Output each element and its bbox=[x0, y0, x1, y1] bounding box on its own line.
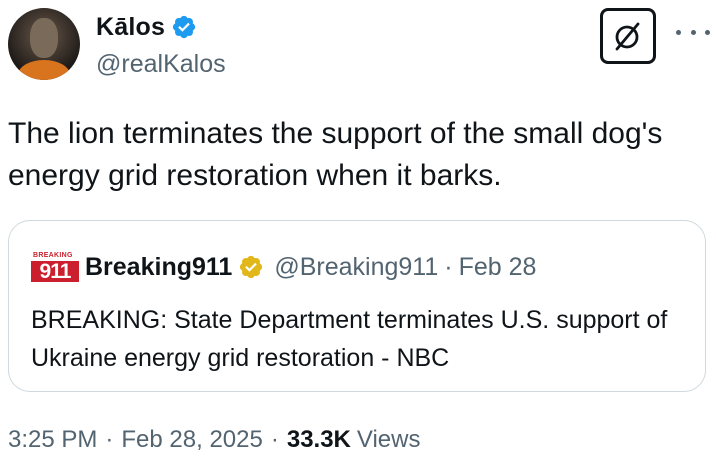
grok-button[interactable] bbox=[600, 8, 656, 64]
meta-separator: · bbox=[270, 426, 279, 453]
ellipsis-icon-dot bbox=[690, 29, 696, 35]
quoted-tweet-header: BREAKING 911 Breaking911 @Breaking911 · … bbox=[31, 252, 536, 282]
ellipsis-icon-dot bbox=[705, 29, 710, 35]
tweet-header: Kālos @realKalos bbox=[8, 8, 710, 84]
ellipsis-icon-dot bbox=[676, 29, 681, 35]
views-count[interactable]: 33.3K bbox=[287, 426, 351, 454]
gold-verified-badge-icon bbox=[240, 255, 263, 279]
more-options-button[interactable] bbox=[676, 22, 710, 42]
verified-badge-icon bbox=[172, 15, 196, 39]
author-names: Kālos @realKalos bbox=[96, 12, 226, 79]
views-label: Views bbox=[356, 426, 421, 453]
logo-small-text: BREAKING bbox=[33, 252, 73, 259]
quoted-display-name[interactable]: Breaking911 bbox=[85, 253, 232, 282]
meta-separator: · bbox=[105, 426, 114, 453]
quoted-separator: · bbox=[444, 252, 453, 281]
quoted-handle[interactable]: @Breaking911 bbox=[274, 253, 438, 282]
author-display-name[interactable]: Kālos bbox=[96, 13, 165, 42]
avatar[interactable] bbox=[8, 8, 80, 80]
avatar-face bbox=[30, 18, 58, 58]
avatar-shirt bbox=[18, 60, 70, 80]
author-name-row: Kālos bbox=[96, 12, 226, 42]
tweet-meta: 3:25 PM · Feb 28, 2025 · 33.3K Views bbox=[8, 424, 420, 456]
tweet-time[interactable]: 3:25 PM bbox=[8, 426, 97, 454]
breaking911-logo[interactable]: BREAKING 911 bbox=[31, 252, 79, 282]
quoted-tweet-text: BREAKING: State Department terminates U.… bbox=[31, 306, 668, 372]
tweet-date[interactable]: Feb 28, 2025 bbox=[121, 426, 262, 454]
logo-number: 911 bbox=[31, 261, 79, 282]
quoted-tweet-card[interactable]: BREAKING 911 Breaking911 @Breaking911 · … bbox=[8, 220, 706, 392]
quoted-date[interactable]: Feb 28 bbox=[459, 253, 537, 282]
author-handle[interactable]: @realKalos bbox=[96, 50, 226, 79]
tweet-text: The lion terminates the support of the s… bbox=[8, 117, 663, 192]
slashed-circle-icon bbox=[615, 22, 640, 51]
